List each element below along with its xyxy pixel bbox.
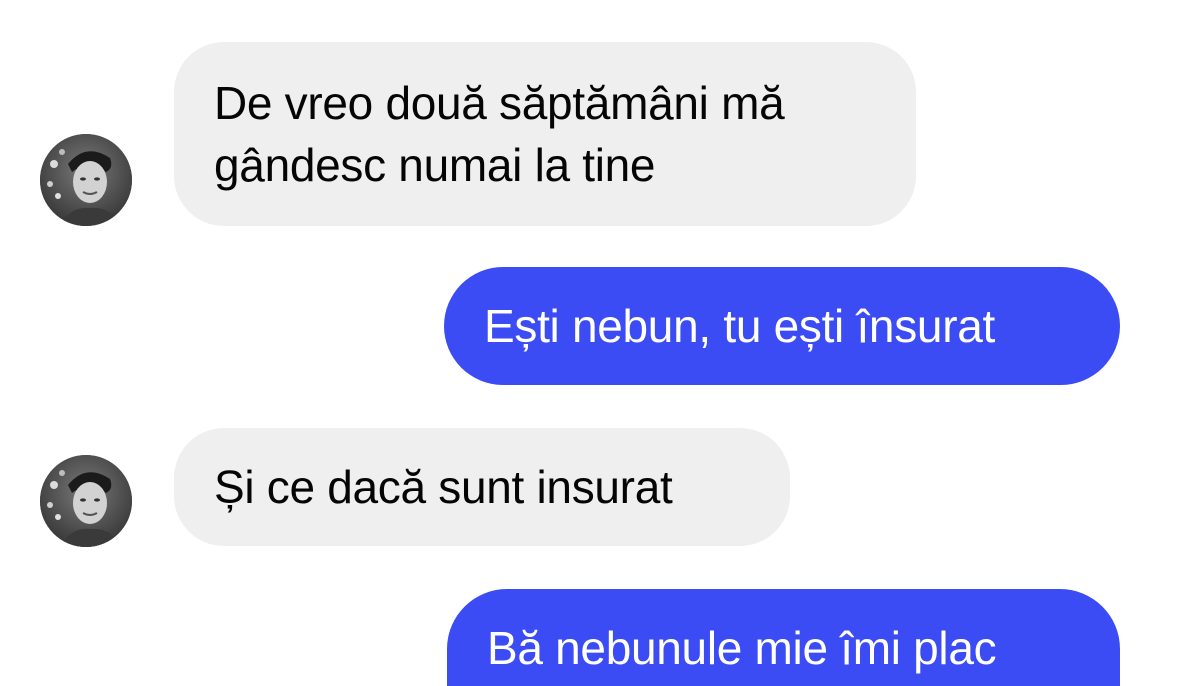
incoming-message-bubble[interactable]: Și ce dacă sunt insurat bbox=[174, 428, 790, 546]
outgoing-message-bubble[interactable]: Ești nebun, tu ești însurat bbox=[444, 267, 1120, 385]
incoming-message-bubble[interactable]: De vreo două săptămâni mă gândesc numai … bbox=[174, 42, 916, 226]
contact-photo bbox=[40, 134, 132, 226]
message-text-line: gândesc numai la tine bbox=[214, 139, 656, 191]
message-text-line: Ești nebun, tu ești însurat bbox=[484, 300, 995, 352]
message-text-line: Și ce dacă sunt insurat bbox=[214, 461, 673, 513]
conversation-thread: De vreo două săptămâni mă gândesc numai … bbox=[0, 0, 1200, 686]
contact-avatar-icon[interactable] bbox=[40, 455, 132, 547]
message-text-line: De vreo două săptămâni mă bbox=[214, 77, 785, 129]
contact-avatar-icon[interactable] bbox=[40, 134, 132, 226]
contact-photo bbox=[40, 455, 132, 547]
outgoing-message-bubble[interactable]: Bă nebunule mie îmi plac bbox=[447, 589, 1120, 686]
message-text-line: Bă nebunule mie îmi plac bbox=[487, 622, 997, 674]
